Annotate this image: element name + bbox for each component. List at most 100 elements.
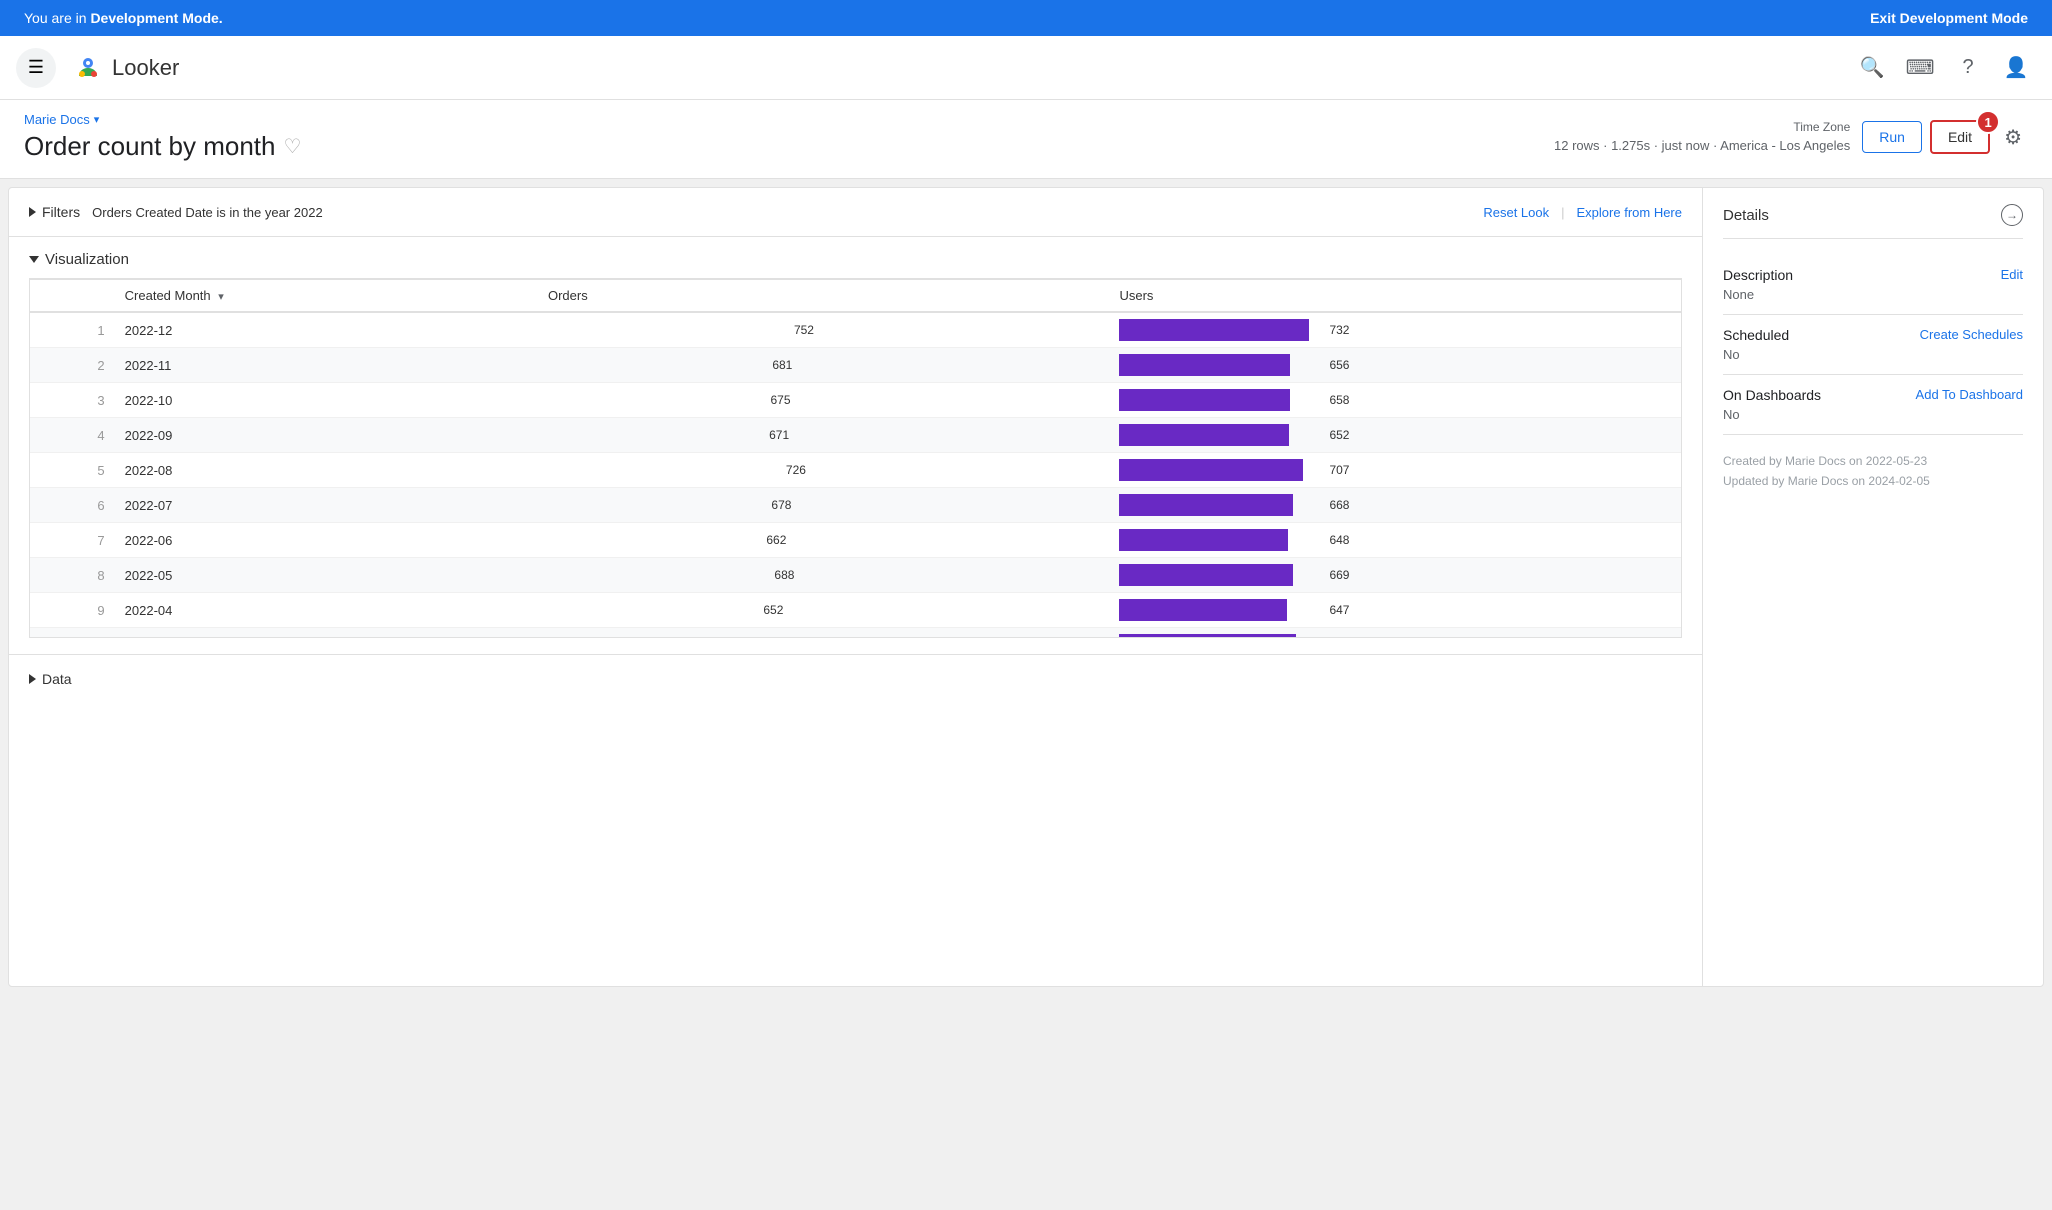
explore-link[interactable]: Explore from Here xyxy=(1577,205,1682,220)
row-number: 8 xyxy=(30,558,115,593)
cell-orders: 671 xyxy=(538,418,1110,453)
description-edit-link[interactable]: Edit xyxy=(2001,267,2023,282)
triangle-down-icon xyxy=(29,256,39,263)
viz-section-title: Visualization xyxy=(45,251,129,268)
dashboards-row: On Dashboards Add To Dashboard xyxy=(1723,387,2023,403)
triangle-right-icon xyxy=(29,207,36,217)
cell-orders: 652 xyxy=(538,593,1110,628)
cell-orders: 681 xyxy=(538,348,1110,383)
breadcrumb[interactable]: Marie Docs ▾ xyxy=(24,112,301,127)
table-row: 7 2022-06 662 648 xyxy=(30,523,1681,558)
description-section: Description Edit None xyxy=(1723,255,2023,315)
reset-look-link[interactable]: Reset Look xyxy=(1483,205,1549,220)
page-header: Marie Docs ▾ Order count by month ♡ Time… xyxy=(0,100,2052,179)
cell-users: 647 xyxy=(1109,593,1681,628)
left-panel: Filters Orders Created Date is in the ye… xyxy=(9,188,1703,986)
filters-right: Reset Look | Explore from Here xyxy=(1483,205,1682,220)
table-row: 5 2022-08 726 707 xyxy=(30,453,1681,488)
page-header-left: Marie Docs ▾ Order count by month ♡ xyxy=(24,112,301,162)
data-toggle[interactable]: Data xyxy=(29,671,1682,687)
help-icon: ? xyxy=(1962,56,1973,79)
viz-header[interactable]: Visualization xyxy=(29,237,1682,278)
page-title: Order count by month ♡ xyxy=(24,131,301,162)
updated-line: Updated by Marie Docs on 2024-02-05 xyxy=(1723,471,2023,491)
chevron-down-icon: ▾ xyxy=(94,113,100,126)
cell-month: 2022-10 xyxy=(115,383,538,418)
edit-label: Edit xyxy=(1948,129,1972,145)
cell-orders: 662 xyxy=(538,523,1110,558)
scheduled-section: Scheduled Create Schedules No xyxy=(1723,315,2023,375)
page-header-right: Time Zone 12 rows · 1.275s · just now · … xyxy=(1554,118,2028,156)
gear-icon: ⚙ xyxy=(2004,127,2022,149)
details-header: Details → xyxy=(1723,204,2023,239)
cell-month: 2022-06 xyxy=(115,523,538,558)
cell-orders: 692 xyxy=(538,628,1110,639)
settings-button[interactable]: ⚙ xyxy=(1998,119,2028,156)
details-expand-button[interactable]: → xyxy=(2001,204,2023,226)
cell-users: 668 xyxy=(1109,488,1681,523)
right-panel: Details → Description Edit None Schedule… xyxy=(1703,188,2043,986)
row-number: 2 xyxy=(30,348,115,383)
row-number: 6 xyxy=(30,488,115,523)
visualization-table: Created Month ▾ Orders Users 1 2022-12 xyxy=(30,279,1681,638)
run-button[interactable]: Run xyxy=(1862,121,1922,153)
nav-icons: 🔍 ⌨ ? 👤 xyxy=(1852,48,2036,88)
filter-op: is in the year xyxy=(216,205,290,220)
cell-month: 2022-08 xyxy=(115,453,538,488)
col-header-num xyxy=(30,280,115,313)
viz-table-container[interactable]: Created Month ▾ Orders Users 1 2022-12 xyxy=(29,278,1682,638)
top-nav: ☰ Looker 🔍 ⌨ ? 👤 xyxy=(0,36,2052,100)
viz-table-body: 1 2022-12 752 732 2 202 xyxy=(30,312,1681,638)
cell-orders: 726 xyxy=(538,453,1110,488)
viz-section: Visualization Created Month ▾ Orders Use… xyxy=(9,237,1702,654)
row-number: 4 xyxy=(30,418,115,453)
edit-button[interactable]: Edit 1 xyxy=(1930,120,1990,154)
table-row: 3 2022-10 675 658 xyxy=(30,383,1681,418)
exit-dev-mode-button[interactable]: Exit Development Mode xyxy=(1870,10,2028,26)
filters-left: Filters Orders Created Date is in the ye… xyxy=(29,204,323,220)
filters-toggle[interactable]: Filters xyxy=(29,204,80,220)
created-info: Created by Marie Docs on 2022-05-23 Upda… xyxy=(1723,451,2023,492)
description-row: Description Edit xyxy=(1723,267,2023,283)
user-icon: 👤 xyxy=(2004,55,2029,80)
scheduled-row: Scheduled Create Schedules xyxy=(1723,327,2023,343)
scheduled-value: No xyxy=(1723,347,2023,362)
meta-info: Time Zone 12 rows · 1.275s · just now · … xyxy=(1554,118,1850,156)
cell-users: 679 xyxy=(1109,628,1681,639)
help-button[interactable]: ? xyxy=(1948,48,1988,88)
dev-mode-banner: You are in Development Mode. Exit Develo… xyxy=(0,0,2052,36)
breadcrumb-text: Marie Docs xyxy=(24,112,90,127)
filter-value: 2022 xyxy=(294,205,323,220)
cell-month: 2022-09 xyxy=(115,418,538,453)
favorite-icon[interactable]: ♡ xyxy=(283,134,301,159)
filters-label: Filters xyxy=(42,204,80,220)
user-button[interactable]: 👤 xyxy=(1996,48,2036,88)
create-schedules-link[interactable]: Create Schedules xyxy=(1920,327,2023,342)
cell-users: 658 xyxy=(1109,383,1681,418)
cell-users: 732 xyxy=(1109,312,1681,348)
dashboards-label: On Dashboards xyxy=(1723,387,1821,403)
badge-number: 1 xyxy=(1976,110,2000,134)
row-number: 5 xyxy=(30,453,115,488)
col-month-label: Created Month xyxy=(125,288,211,303)
cell-month: 2022-05 xyxy=(115,558,538,593)
col-header-orders: Orders xyxy=(538,280,1110,313)
add-to-dashboard-link[interactable]: Add To Dashboard xyxy=(1916,387,2023,402)
table-row: 8 2022-05 688 669 xyxy=(30,558,1681,593)
data-triangle-icon xyxy=(29,674,36,684)
description-label: Description xyxy=(1723,267,1793,283)
cell-users: 669 xyxy=(1109,558,1681,593)
col-header-month[interactable]: Created Month ▾ xyxy=(115,280,538,313)
cell-orders: 688 xyxy=(538,558,1110,593)
pipe-separator: | xyxy=(1561,205,1564,220)
row-number: 9 xyxy=(30,593,115,628)
row-number: 1 xyxy=(30,312,115,348)
search-button[interactable]: 🔍 xyxy=(1852,48,1892,88)
menu-button[interactable]: ☰ xyxy=(16,48,56,88)
looker-wordmark: Looker xyxy=(112,55,179,81)
keyboard-button[interactable]: ⌨ xyxy=(1900,48,1940,88)
scheduled-label: Scheduled xyxy=(1723,327,1789,343)
sort-icon: ▾ xyxy=(218,291,224,303)
created-line: Created by Marie Docs on 2022-05-23 xyxy=(1723,451,2023,471)
keyboard-icon: ⌨ xyxy=(1906,55,1935,80)
